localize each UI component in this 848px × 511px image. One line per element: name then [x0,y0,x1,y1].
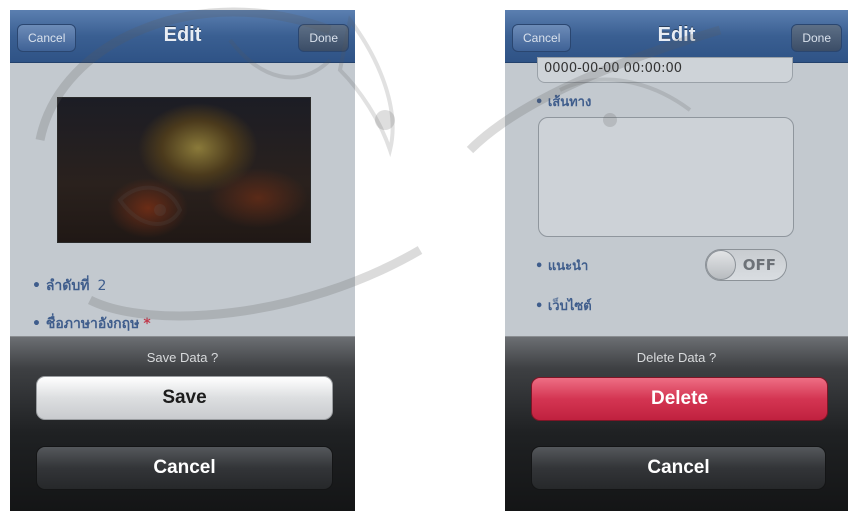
delete-action-sheet: Delete Data ? Delete Cancel [505,336,848,511]
cancel-button[interactable]: Cancel [531,446,826,490]
delete-screen: Cancel Edit Done 0000-00-00 00:00:00 • เ… [505,10,848,511]
nav-done-button[interactable]: Done [791,24,842,52]
cancel-button[interactable]: Cancel [36,446,333,490]
action-sheet-title: Delete Data ? [636,350,717,365]
save-action-sheet: Save Data ? Save Cancel [10,336,355,511]
order-value[interactable]: 2 [97,278,106,294]
recommend-label: • แนะนำ [535,259,589,274]
route-textarea[interactable] [538,117,794,237]
required-mark: * [143,316,151,332]
navigation-bar: Cancel Edit Done [505,10,848,63]
save-button[interactable]: Save [36,376,333,420]
toggle-state: OFF [742,256,776,274]
order-field: • ลำดับที่ 2 [32,275,106,297]
route-label: • เส้นทาง [535,95,592,110]
order-label: • ลำดับที่ [32,278,90,294]
action-sheet-title: Save Data ? [146,350,219,365]
date-field[interactable]: 0000-00-00 00:00:00 [537,57,793,83]
website-label: • เว็บไซต์ [535,299,592,314]
delete-button[interactable]: Delete [531,377,828,421]
navigation-bar: Cancel Edit Done [10,10,355,63]
english-name-field: • ชื่อภาษาอังกฤษ * [32,313,151,335]
toggle-knob [706,250,736,280]
nav-done-button[interactable]: Done [298,24,349,52]
save-screen: Cancel Edit Done • ลำดับที่ 2 • ชื่อภาษาอ… [10,10,355,511]
recommend-toggle[interactable]: OFF [705,249,787,281]
english-name-label: • ชื่อภาษาอังกฤษ [32,316,140,332]
place-photo[interactable] [57,97,311,243]
